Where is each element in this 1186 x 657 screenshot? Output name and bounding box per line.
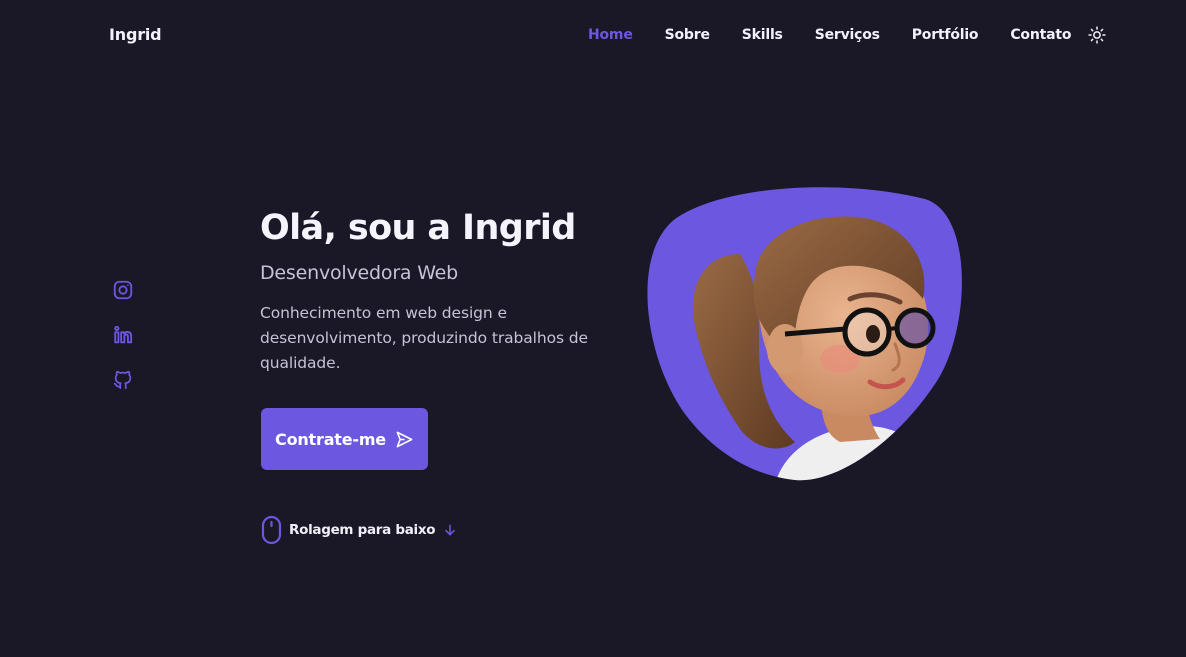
social-links (112, 279, 134, 414)
send-icon (396, 431, 413, 447)
nav-skills[interactable]: Skills (742, 27, 783, 43)
scroll-down-label: Rolagem para baixo (289, 522, 436, 538)
sun-icon (1088, 26, 1106, 44)
hero-title: Olá, sou a Ingrid (260, 208, 576, 248)
hero-description: Conhecimento em web design e desenvolvim… (260, 304, 588, 372)
hire-me-label: Contrate-me (275, 429, 386, 449)
nav-sobre[interactable]: Sobre (665, 27, 710, 43)
nav-portfolio[interactable]: Portfólio (912, 27, 979, 43)
nav-contato[interactable]: Contato (1010, 27, 1071, 43)
mouse-icon (261, 515, 282, 545)
logo[interactable]: Ingrid (109, 25, 162, 44)
nav-servicos[interactable]: Serviços (815, 27, 880, 43)
scroll-down-link[interactable]: Rolagem para baixo (261, 515, 457, 545)
github-icon[interactable] (112, 369, 134, 391)
theme-toggle-button[interactable] (1087, 25, 1107, 45)
avatar-image (645, 184, 967, 484)
hero-subtitle: Desenvolvedora Web (260, 262, 459, 284)
main-nav: Home Sobre Skills Serviços Portfólio Con… (588, 25, 1107, 45)
linkedin-icon[interactable] (112, 324, 134, 346)
instagram-icon[interactable] (112, 279, 134, 301)
nav-home[interactable]: Home (588, 27, 633, 43)
arrow-down-icon (445, 524, 456, 536)
hire-me-button[interactable]: Contrate-me (261, 408, 428, 470)
